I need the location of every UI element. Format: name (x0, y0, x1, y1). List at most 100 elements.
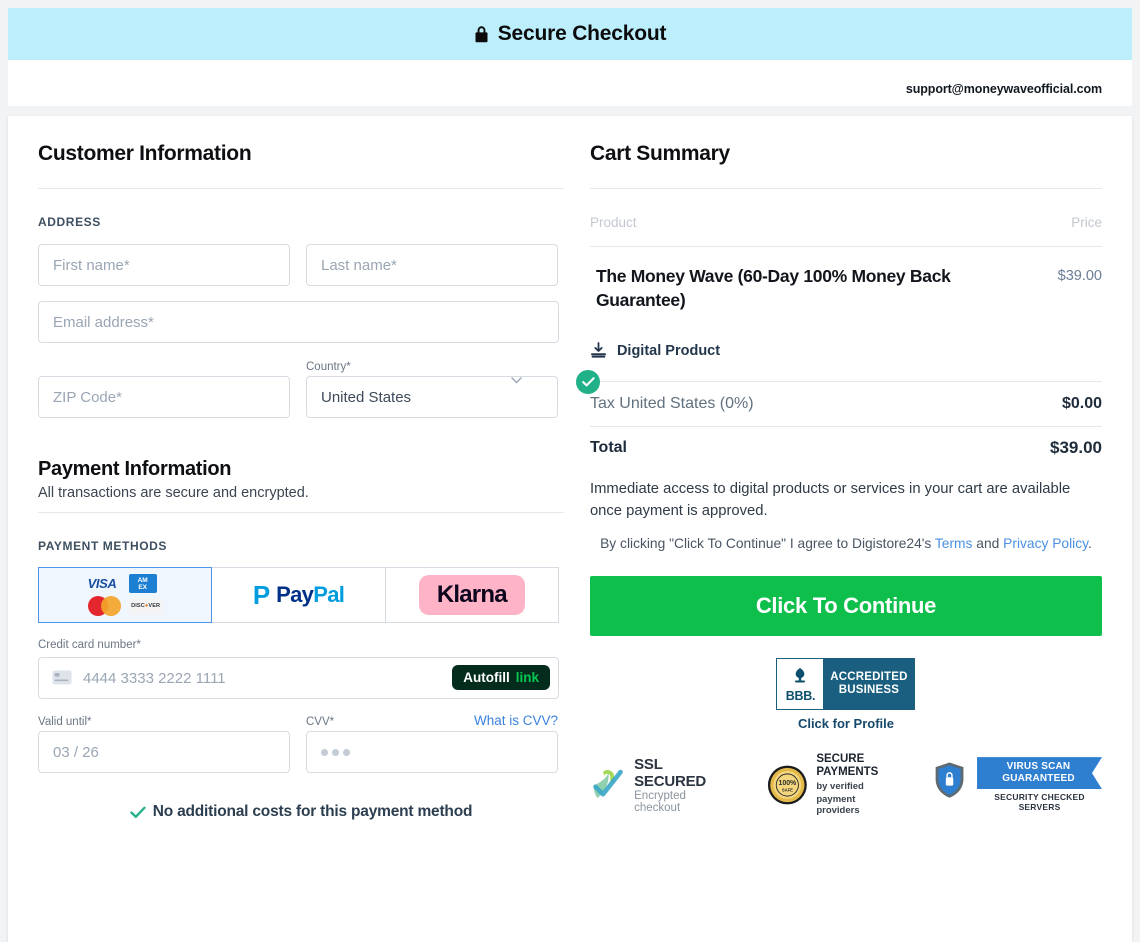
tax-row: Tax United States (0%) $0.00 (590, 382, 1102, 426)
name-row (38, 244, 564, 286)
secure-payments-line3: by verified (816, 781, 864, 793)
terms-link[interactable]: Terms (935, 536, 973, 551)
card-number-label: Credit card number* (38, 639, 141, 651)
total-label: Total (589, 439, 627, 457)
credit-card-icon (52, 670, 72, 685)
bbb-logo: BBB. ACCREDITED BUSINESS (776, 658, 916, 711)
autofill-link-badge[interactable]: Autofill link (452, 665, 550, 690)
support-email[interactable]: support@moneywaveofficial.com (906, 82, 1102, 96)
bbb-accredited-text: ACCREDITED BUSINESS (823, 659, 915, 710)
cvv-header: CVV* What is CVV? (306, 713, 558, 731)
klarna-logo: Klarna (418, 575, 525, 615)
amex-icon: AM EX (128, 574, 157, 593)
chevron-down-icon[interactable] (511, 377, 522, 384)
payment-methods-label: PAYMENT METHODS (38, 539, 168, 553)
virus-scan-text: VIRUS SCAN GUARANTEED SECURITY CHECKED S… (977, 757, 1102, 812)
bbb-torch-icon: BBB. (777, 659, 824, 710)
digital-product-row: Digital Product (590, 342, 1102, 359)
zip-input[interactable] (38, 376, 290, 418)
card-number-block: Credit card number* Autofill link (38, 639, 564, 699)
payment-method-klarna[interactable]: Klarna (385, 567, 559, 623)
ssl-subtitle: Encrypted checkout (634, 789, 686, 814)
autofill-label: Autofill (463, 670, 510, 685)
ssl-text: SSL SECURED Encrypted checkout (634, 756, 730, 814)
email-input[interactable] (38, 301, 559, 343)
country-value: United States (321, 388, 412, 406)
privacy-policy-link[interactable]: Privacy Policy (1003, 536, 1088, 551)
payment-information-block: Payment Information All transactions are… (38, 458, 564, 513)
divider (589, 246, 1102, 247)
email-field (38, 301, 559, 343)
total-row: Total $39.00 (590, 427, 1102, 462)
cart-item-price: $39.00 (1057, 268, 1102, 284)
digital-product-label: Digital Product (616, 342, 721, 359)
zip-country-row: Country* United States (38, 361, 600, 418)
divider (38, 512, 564, 513)
ssl-check-icon (593, 769, 623, 798)
customer-information-title: Customer Information (38, 142, 252, 165)
last-name-input[interactable] (306, 244, 558, 286)
support-bar: support@moneywaveofficial.com (8, 60, 1132, 106)
bbb-mark-label: BBB. (785, 688, 816, 703)
secure-checkout-banner: Secure Checkout (8, 8, 1132, 60)
valid-until-field: Valid until* (38, 716, 290, 773)
customer-column: Customer Information ADDRESS First name*… (30, 142, 600, 942)
cvv-field: CVV* What is CVV? (306, 713, 558, 773)
divider (589, 188, 1102, 189)
svg-text:100%: 100% (778, 780, 796, 787)
no-additional-costs-note: No additional costs for this payment met… (38, 803, 564, 839)
payment-information-title: Payment Information (38, 458, 232, 480)
cart-summary-title: Cart Summary (589, 142, 730, 165)
tax-value: $0.00 (1061, 395, 1102, 413)
secure-payments-line1: SECURE (816, 753, 865, 766)
card-number-field: Autofill link (38, 657, 559, 699)
bbb-badge[interactable]: BBB. ACCREDITED BUSINESS Click for Profi… (590, 658, 1102, 731)
payment-methods: VISA AM EX DISC ● VER P PayPal Klarna (38, 567, 559, 623)
discover-icon: DISC ● VER (128, 597, 163, 615)
cart-item-row: The Money Wave (60-Day 100% Money Back G… (590, 265, 1102, 312)
secure-payments-line2: PAYMENTS (816, 766, 879, 779)
cvv-input[interactable] (306, 731, 558, 773)
svg-text:SAFE: SAFE (781, 787, 792, 792)
check-icon (130, 806, 146, 818)
check-circle-icon (576, 370, 600, 394)
total-value: $39.00 (1050, 438, 1102, 458)
cart-column: Cart Summary Product Price The Money Wav… (572, 142, 1110, 942)
country-field: Country* United States (306, 361, 600, 418)
lock-icon (474, 25, 489, 43)
download-icon (590, 342, 606, 358)
ssl-secured-seal: SSL SECURED Encrypted checkout (590, 756, 731, 814)
agreement-and: and (972, 536, 1004, 552)
payment-note: All transactions are secure and encrypte… (38, 485, 309, 501)
cvv-label: CVV* (306, 716, 335, 728)
payment-method-paypal[interactable]: P PayPal (212, 567, 386, 623)
country-label: Country* (306, 361, 351, 373)
virus-scan-seal: VIRUS SCAN GUARANTEED SECURITY CHECKED S… (931, 757, 1102, 812)
first-name-input[interactable] (38, 244, 290, 286)
card-brand-logos: VISA AM EX DISC ● VER (87, 574, 163, 616)
valid-until-input[interactable] (38, 731, 290, 773)
bbb-line2: BUSINESS (838, 684, 900, 697)
first-name-field (38, 244, 290, 286)
checkout-card: Customer Information ADDRESS First name*… (8, 116, 1132, 942)
banner-title: Secure Checkout (497, 22, 667, 45)
expiry-cvv-row: Valid until* CVV* What is CVV? (38, 713, 564, 773)
virus-scan-line2: GUARANTEED (1002, 773, 1075, 785)
column-header-price: Price (1071, 215, 1102, 230)
terms-agreement: By clicking "Click To Continue" I agree … (590, 534, 1102, 554)
cvv-placeholder-dots (321, 748, 350, 756)
virus-scan-subtitle: SECURITY CHECKED SERVERS (994, 792, 1085, 813)
bbb-click-for-profile[interactable]: Click for Profile (798, 716, 894, 731)
payment-method-cards[interactable]: VISA AM EX DISC ● VER (38, 567, 213, 623)
virus-scan-line1: VIRUS SCAN (1006, 761, 1071, 773)
secure-payments-text: SECURE PAYMENTS by verified payment prov… (816, 753, 895, 816)
no-additional-costs-text: No additional costs for this payment met… (152, 803, 473, 820)
link-brand-label: link (515, 670, 539, 685)
bbb-line1: ACCREDITED (830, 671, 908, 684)
what-is-cvv-link[interactable]: What is CVV? (474, 713, 558, 728)
click-to-continue-button[interactable]: Click To Continue (589, 576, 1102, 637)
valid-until-label: Valid until* (38, 716, 92, 728)
immediate-access-note: Immediate access to digital products or … (589, 481, 1071, 519)
paypal-logo: P PayPal (252, 580, 345, 610)
secure-payments-seal: 100% SAFE SECURE PAYMENTS by verified pa… (767, 753, 895, 816)
